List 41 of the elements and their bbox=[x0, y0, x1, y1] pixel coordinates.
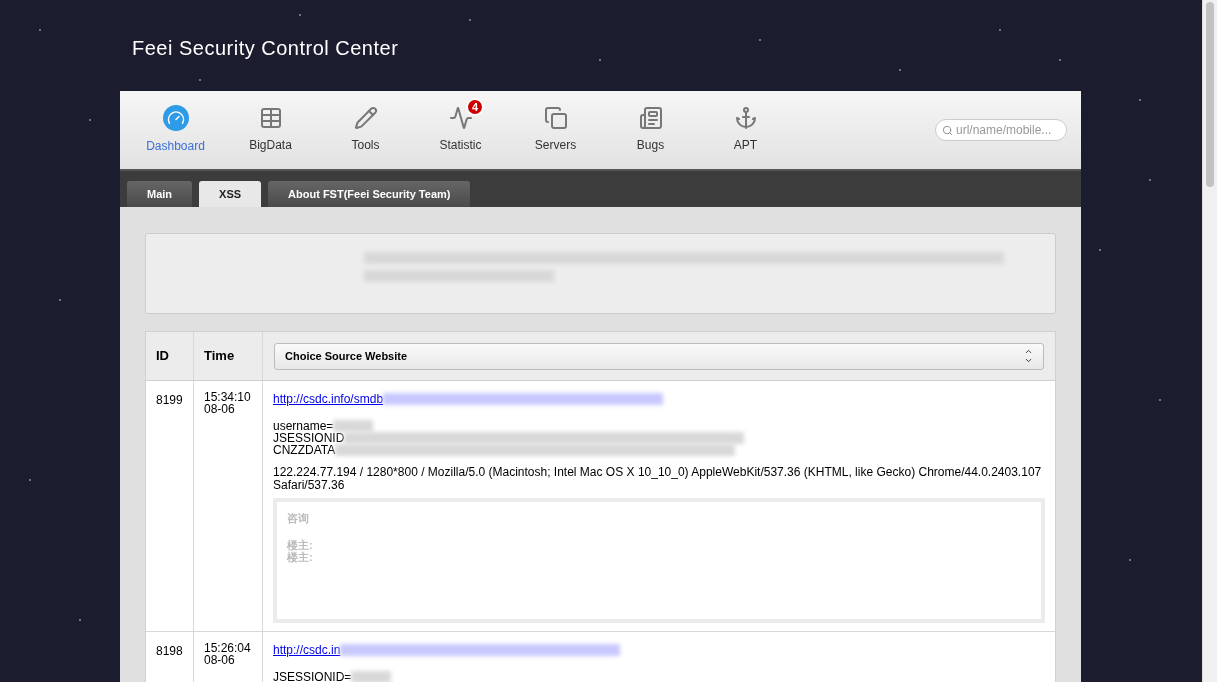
nav-item[interactable]: Servers bbox=[508, 98, 603, 154]
search-icon bbox=[942, 124, 953, 136]
cookie-text: CNZZDATA bbox=[273, 444, 336, 456]
pencil-icon bbox=[353, 106, 378, 130]
time-text: 15:26:04 bbox=[204, 642, 252, 654]
column-header: ID bbox=[146, 332, 194, 380]
anchor-icon bbox=[733, 106, 758, 130]
nav-item[interactable]: APT bbox=[698, 98, 793, 154]
cookie-text: username= bbox=[273, 420, 334, 432]
table-icon bbox=[258, 106, 283, 130]
site-title: Feei Security Control Center bbox=[131, 36, 400, 61]
time-text: 08-06 bbox=[204, 403, 236, 415]
nav-item[interactable]: Dashboard bbox=[128, 97, 223, 155]
table-cell: 8199 bbox=[146, 381, 194, 631]
table-cell: 8198 bbox=[146, 632, 194, 682]
time-text: 08-06 bbox=[204, 654, 236, 666]
nav-item[interactable]: Bugs bbox=[603, 98, 698, 154]
tab[interactable]: Main bbox=[127, 181, 193, 207]
source-select[interactable]: Choice Source Website bbox=[274, 342, 1044, 370]
column-header: Time bbox=[194, 332, 263, 380]
nav-item[interactable]: Statistic 4 bbox=[413, 98, 508, 154]
source-link[interactable]: http://csdc.info/smdb bbox=[273, 390, 384, 408]
cookie-text: JSESSIONID= bbox=[273, 671, 352, 682]
cookie-text: JSESSIONID bbox=[273, 432, 345, 444]
pulse-icon bbox=[448, 106, 473, 130]
preview-text: 楼主: bbox=[287, 538, 314, 551]
time-text: 15:34:10 bbox=[204, 391, 252, 403]
tab[interactable]: XSS bbox=[199, 181, 262, 207]
count-badge: 4 bbox=[466, 98, 484, 116]
newspaper-icon bbox=[638, 106, 663, 130]
nav-item[interactable]: BigData bbox=[223, 98, 318, 154]
nav-item[interactable]: Tools bbox=[318, 98, 413, 154]
copies-icon bbox=[543, 106, 568, 130]
gauge-icon bbox=[162, 105, 189, 131]
source-link[interactable]: http://csdc.in bbox=[273, 641, 341, 659]
agent-text: 122.224.77.194 / 1280*800 / Mozilla/5.0 (Macintosh; Intel Mac OS X 10_10_0) AppleWebKit/537.36 (KHTML, like Gecko) Chrome/44.0.2403.107 Safari/537.36 bbox=[273, 466, 1043, 492]
search-field[interactable]: url/name/mobile... bbox=[935, 119, 1067, 141]
scrollbar[interactable] bbox=[1202, 0, 1217, 682]
preview-title: 咨询 bbox=[287, 511, 310, 526]
preview-text: 楼主: bbox=[287, 550, 314, 563]
tab[interactable]: About FST(Feei Security Team) bbox=[268, 181, 471, 207]
